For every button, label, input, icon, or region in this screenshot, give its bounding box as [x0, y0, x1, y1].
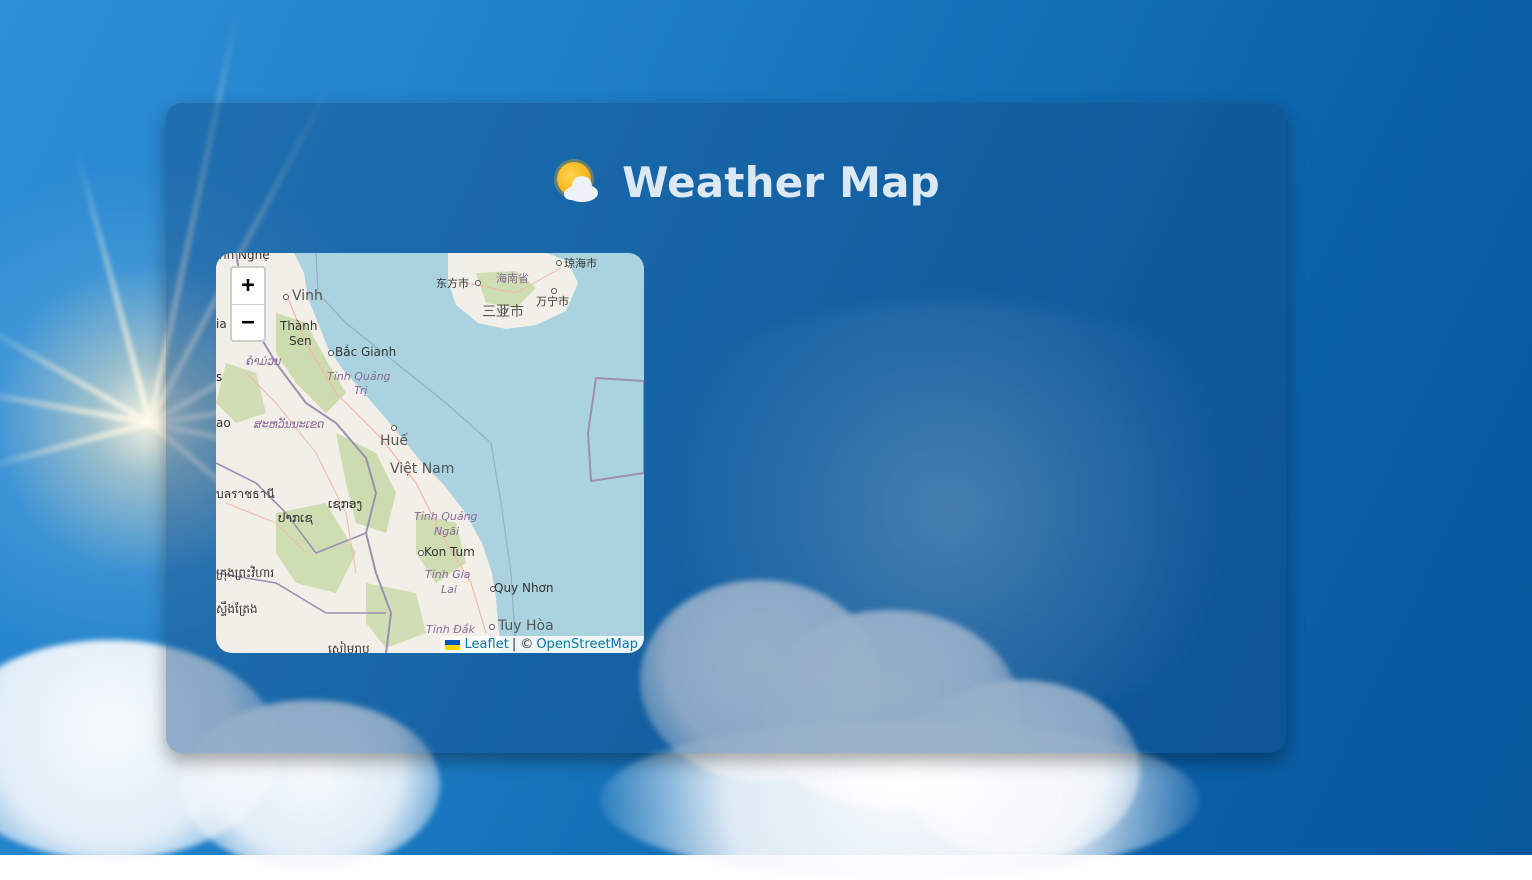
- sun-ray: [0, 420, 151, 473]
- map-label: Huế: [380, 433, 409, 449]
- map-label: Thành: [280, 319, 318, 333]
- zoom-out-button[interactable]: −: [232, 303, 264, 341]
- map-label: ស្ទឹងត្រែង: [216, 602, 258, 616]
- map-label: Tỉnh Quảng: [327, 370, 391, 383]
- leaflet-link[interactable]: Leaflet: [465, 637, 509, 652]
- map-label: ປາກເຊ: [278, 511, 313, 525]
- map-label: ເຊກອງ: [328, 497, 363, 511]
- map-label: ក្រុងព្រះវិហារ: [216, 566, 275, 580]
- sun-behind-cloud-icon: [554, 158, 602, 206]
- map-label: 海南省: [496, 272, 529, 285]
- map-label: Trị: [354, 384, 368, 397]
- map-label: ao: [216, 416, 231, 430]
- zoom-control: + −: [230, 266, 266, 342]
- map-label: Sen: [289, 334, 312, 348]
- zoom-in-button[interactable]: +: [232, 268, 264, 304]
- map-label: Lai: [441, 583, 457, 596]
- map-label: Tỉnh Đắk: [426, 623, 475, 636]
- map-label: s: [216, 370, 223, 384]
- header: Weather Map: [0, 150, 1532, 214]
- sun-ray: [0, 385, 151, 426]
- map-label: ສະຫວັນນະເຂດ: [254, 418, 325, 431]
- attribution-separator: | ©: [511, 637, 534, 652]
- ukraine-flag-icon: [444, 639, 460, 650]
- map-label: บลราชธานี: [216, 487, 275, 501]
- map-label: 三亚市: [482, 304, 524, 320]
- map-attribution: Leaflet | © OpenStreetMap: [439, 636, 644, 653]
- map-label: Kon Tum: [424, 545, 475, 559]
- map-label: សៀមរាប: [328, 642, 370, 653]
- page-title: Weather Map: [622, 157, 940, 207]
- map-label: Bắc Gianh: [335, 345, 397, 359]
- map-label: 万宁市: [536, 295, 569, 308]
- map-label: Tỉnh Gia: [425, 568, 471, 581]
- map-label: Vinh: [292, 288, 323, 304]
- map-label: ຄໍາມ່ວນ: [246, 355, 282, 368]
- map-label: Tỉnh Quảng: [414, 510, 478, 523]
- map-label: ia: [216, 317, 227, 331]
- map-label: 琼海市: [564, 257, 597, 270]
- map-label: 东方市: [436, 277, 469, 290]
- weather-map[interactable]: nh Nghệ Vinh Thành Sen Bắc Gianh ຄໍາມ່ວນ…: [216, 253, 644, 653]
- map-label: nh Nghệ: [219, 253, 270, 262]
- map-tiles[interactable]: [216, 253, 644, 653]
- openstreetmap-link[interactable]: OpenStreetMap: [536, 637, 638, 652]
- map-label: Tuy Hòa: [498, 618, 554, 634]
- map-label: Quy Nhơn: [494, 581, 554, 595]
- map-label: Việt Nam: [390, 461, 455, 477]
- map-label: Ngãi: [434, 525, 460, 538]
